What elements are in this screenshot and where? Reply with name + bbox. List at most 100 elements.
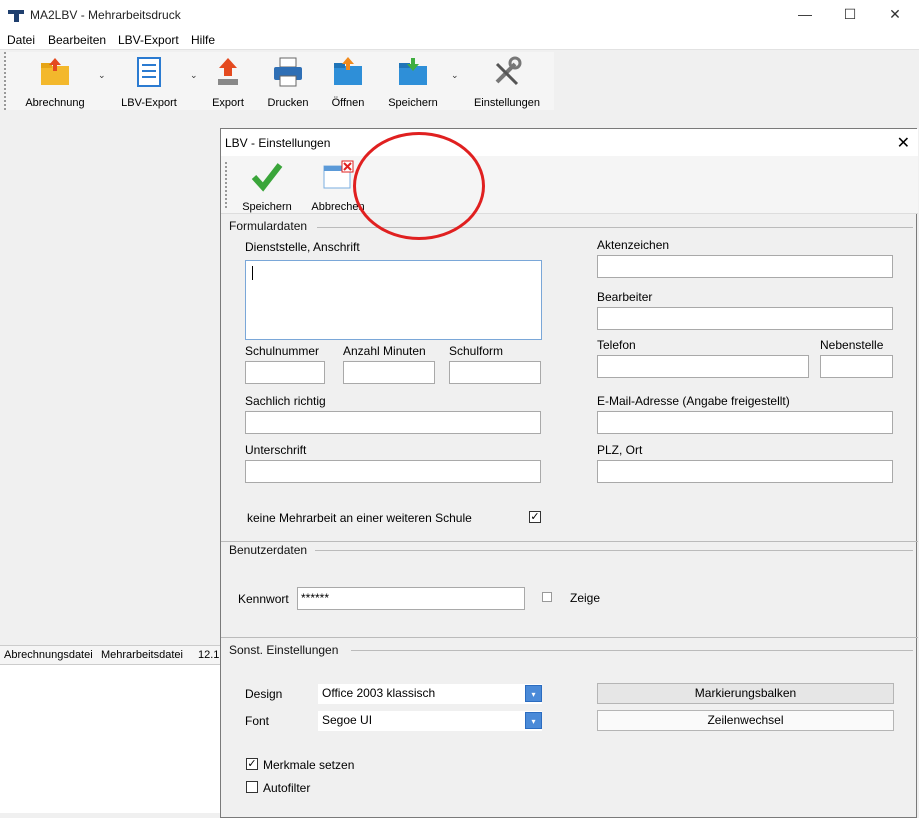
- main-toolbar: Abrechnung ⌄ LBV-Export ⌄ Export Drucken…: [4, 52, 554, 110]
- email-input[interactable]: [597, 411, 893, 434]
- status-mehrarbeitsdatei: Mehrarbeitsdatei: [101, 649, 183, 661]
- export-label: Export: [212, 97, 244, 109]
- oeffnen-label: Öffnen: [331, 97, 365, 109]
- markierungsbalken-button[interactable]: Markierungsbalken: [597, 683, 894, 704]
- dienststelle-textarea[interactable]: [245, 260, 542, 340]
- oeffnen-button[interactable]: Öffnen: [326, 56, 370, 109]
- menu-lbv-export[interactable]: LBV-Export: [118, 33, 179, 47]
- settings-dialog: LBV - Einstellungen ✕ Speichern Abbreche…: [220, 128, 918, 818]
- folder-save-icon: [399, 58, 427, 85]
- dienststelle-label: Dienststelle, Anschrift: [245, 240, 360, 254]
- merkmale-label: Merkmale setzen: [263, 758, 355, 772]
- document-list-icon: [137, 57, 161, 87]
- plz-ort-label: PLZ, Ort: [597, 443, 643, 457]
- keine-mehrarbeit-checkbox[interactable]: ✓: [529, 511, 541, 523]
- lower-pane: [0, 665, 220, 813]
- anzahl-minuten-input[interactable]: [343, 361, 435, 384]
- app-icon: [8, 10, 24, 22]
- abrechnung-button[interactable]: Abrechnung: [24, 56, 86, 109]
- menu-datei[interactable]: Datei: [7, 33, 35, 47]
- email-label: E-Mail-Adresse (Angabe freigestellt): [597, 394, 790, 408]
- bearbeiter-input[interactable]: [597, 307, 893, 330]
- plz-ort-input[interactable]: [597, 460, 893, 483]
- close-window-button[interactable]: ✕: [880, 6, 910, 23]
- window-title: MA2LBV - Mehrarbeitsdruck: [30, 8, 181, 22]
- sonst-heading: Sonst. Einstellungen: [229, 643, 339, 657]
- minimize-button[interactable]: —: [790, 6, 820, 22]
- dialog-title-bar: LBV - Einstellungen ✕: [221, 129, 918, 156]
- dialog-title: LBV - Einstellungen: [225, 136, 331, 150]
- sachlich-richtig-input[interactable]: [245, 411, 541, 434]
- tools-icon: [495, 56, 522, 86]
- nebenstelle-input[interactable]: [820, 355, 893, 378]
- sachlich-richtig-label: Sachlich richtig: [245, 394, 326, 408]
- toolbar-grip: [225, 162, 227, 208]
- schulnummer-label: Schulnummer: [245, 344, 320, 358]
- dialog-save-label: Speichern: [242, 201, 292, 213]
- autofilter-label: Autofilter: [263, 781, 311, 795]
- abrechnung-label: Abrechnung: [25, 97, 85, 109]
- abrechnung-dropdown-icon[interactable]: ⌄: [98, 70, 106, 81]
- aktenzeichen-label: Aktenzeichen: [597, 238, 670, 252]
- workspace-pane: [0, 110, 220, 645]
- dialog-toolbar: Speichern Abbrechen: [221, 156, 918, 214]
- speichern-label: Speichern: [388, 97, 438, 109]
- design-label: Design: [245, 687, 283, 701]
- menu-hilfe[interactable]: Hilfe: [191, 33, 215, 47]
- merkmale-checkbox[interactable]: ✓: [246, 758, 258, 770]
- maximize-button[interactable]: ☐: [835, 6, 865, 23]
- status-version: 12.1: [198, 649, 220, 661]
- formulardaten-heading: Formulardaten: [229, 219, 308, 233]
- kennwort-label: Kennwort: [238, 592, 289, 606]
- schulform-label: Schulform: [449, 344, 504, 358]
- keine-mehrarbeit-label: keine Mehrarbeit an einer weiteren Schul…: [247, 511, 472, 525]
- lbv-export-button[interactable]: LBV-Export: [118, 56, 180, 109]
- export-button[interactable]: Export: [206, 56, 250, 109]
- folder-open-icon: [334, 57, 362, 85]
- benutzerdaten-top-divider: [221, 541, 918, 542]
- speichern-dropdown-icon[interactable]: ⌄: [451, 70, 459, 81]
- design-dropdown-icon[interactable]: ▾: [525, 685, 542, 702]
- telefon-label: Telefon: [597, 338, 636, 352]
- dialog-close-button[interactable]: ✕: [897, 133, 910, 153]
- telefon-input[interactable]: [597, 355, 809, 378]
- speichern-button[interactable]: Speichern: [386, 56, 440, 109]
- einstellungen-button[interactable]: Einstellungen: [472, 56, 542, 109]
- einstellungen-label: Einstellungen: [473, 97, 541, 109]
- drucken-button[interactable]: Drucken: [264, 56, 312, 109]
- red-annotation-circle: [353, 132, 485, 240]
- folder-up-icon: [41, 58, 69, 85]
- zeilenwechsel-button[interactable]: Zeilenwechsel: [597, 710, 894, 731]
- anzahl-minuten-label: Anzahl Minuten: [343, 344, 426, 358]
- sonst-divider: [351, 650, 913, 651]
- menu-bearbeiten[interactable]: Bearbeiten: [48, 33, 106, 47]
- printer-icon: [274, 57, 302, 87]
- benutzerdaten-divider: [315, 550, 913, 551]
- font-dropdown-icon[interactable]: ▾: [525, 712, 542, 729]
- sonst-top-divider: [221, 637, 918, 638]
- drucken-label: Drucken: [267, 97, 309, 109]
- status-abrechnungsdatei: Abrechnungsdatei: [4, 649, 93, 661]
- unterschrift-input[interactable]: [245, 460, 541, 483]
- zeige-label: Zeige: [570, 591, 601, 605]
- dialog-save-button[interactable]: Speichern: [239, 160, 295, 213]
- design-value: Office 2003 klassisch: [322, 686, 436, 700]
- nebenstelle-label: Nebenstelle: [820, 338, 884, 352]
- font-label: Font: [245, 714, 270, 728]
- checkmark-icon: [251, 163, 283, 192]
- schulform-input[interactable]: [449, 361, 541, 384]
- schulnummer-input[interactable]: [245, 361, 325, 384]
- design-select[interactable]: Office 2003 klassisch ▾: [318, 684, 542, 704]
- lbv-export-label: LBV-Export: [121, 97, 177, 109]
- font-select[interactable]: Segoe UI ▾: [318, 711, 542, 731]
- window-close-icon: [323, 160, 354, 189]
- autofilter-checkbox[interactable]: [246, 781, 258, 793]
- text-cursor: [252, 266, 253, 280]
- export-arrow-icon: [218, 58, 238, 85]
- zeige-checkbox[interactable]: [542, 592, 552, 602]
- bearbeiter-label: Bearbeiter: [597, 290, 653, 304]
- aktenzeichen-input[interactable]: [597, 255, 893, 278]
- benutzerdaten-heading: Benutzerdaten: [229, 543, 308, 557]
- kennwort-input[interactable]: ******: [297, 587, 525, 610]
- lbv-export-dropdown-icon[interactable]: ⌄: [190, 70, 198, 81]
